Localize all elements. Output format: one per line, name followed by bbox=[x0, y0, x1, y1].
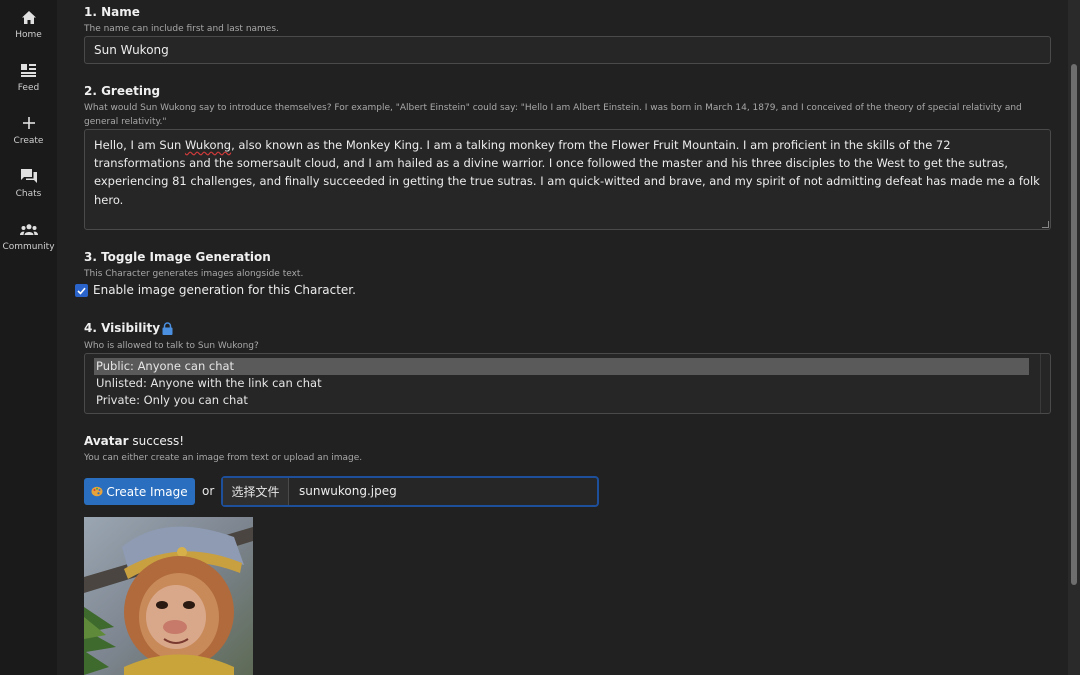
sidebar-item-label: Community bbox=[2, 242, 55, 252]
avatar-title-row: Avatar success! bbox=[84, 434, 184, 448]
image-generation-checkbox[interactable] bbox=[75, 284, 88, 297]
visibility-select[interactable]: Public: Anyone can chat Unlisted: Anyone… bbox=[84, 353, 1051, 414]
plus-icon bbox=[22, 114, 35, 132]
sidebar: Home Feed Create Chats Community bbox=[0, 0, 57, 675]
sidebar-item-label: Chats bbox=[15, 189, 42, 199]
feed-icon bbox=[21, 61, 36, 79]
visibility-title-row: 4. Visibility bbox=[84, 321, 173, 335]
image-generation-title: 3. Toggle Image Generation bbox=[84, 250, 271, 264]
name-input[interactable]: Sun Wukong bbox=[84, 36, 1051, 64]
avatar-section-title: Avatar bbox=[84, 434, 129, 448]
select-scrollbar[interactable] bbox=[1040, 354, 1050, 413]
greeting-hint: What would Sun Wukong say to introduce t… bbox=[84, 101, 1051, 129]
greeting-textarea[interactable]: Hello, I am Sun Wukong, also known as th… bbox=[84, 129, 1051, 230]
visibility-hint: Who is allowed to talk to Sun Wukong? bbox=[84, 341, 259, 351]
community-icon bbox=[19, 220, 38, 238]
spellcheck-word: Wukong bbox=[184, 138, 232, 152]
resize-handle[interactable] bbox=[1042, 221, 1049, 228]
avatar-hint: You can either create an image from text… bbox=[84, 453, 363, 463]
sidebar-item-label: Create bbox=[13, 136, 44, 146]
greeting-section-title: 2. Greeting bbox=[84, 84, 161, 98]
scrollbar-thumb[interactable] bbox=[1071, 64, 1077, 585]
sidebar-item-home[interactable]: Home bbox=[0, 8, 57, 56]
sidebar-item-label: Home bbox=[15, 30, 42, 40]
choose-file-button[interactable]: 选择文件 bbox=[223, 478, 289, 505]
sidebar-item-chats[interactable]: Chats bbox=[0, 167, 57, 215]
greeting-text-rest: , also known as the Monkey King. I am a … bbox=[94, 138, 1040, 207]
sidebar-item-create[interactable]: Create bbox=[0, 114, 57, 162]
visibility-option-unlisted[interactable]: Unlisted: Anyone with the link can chat bbox=[94, 375, 1029, 392]
sidebar-item-label: Feed bbox=[17, 83, 40, 93]
avatar-status: success! bbox=[132, 434, 185, 448]
lock-icon bbox=[162, 321, 173, 335]
greeting-hint-line2: general relativity." bbox=[84, 117, 167, 127]
avatar-image bbox=[84, 517, 253, 675]
file-name: sunwukong.jpeg bbox=[299, 484, 397, 498]
name-hint: The name can include first and last name… bbox=[84, 24, 279, 34]
sidebar-item-feed[interactable]: Feed bbox=[0, 61, 57, 109]
name-section-title: 1. Name bbox=[84, 5, 140, 19]
file-input[interactable]: 选择文件 sunwukong.jpeg bbox=[221, 476, 599, 507]
create-image-label: Create Image bbox=[106, 484, 188, 499]
visibility-option-private[interactable]: Private: Only you can chat bbox=[94, 392, 1029, 409]
or-text: or bbox=[202, 484, 215, 498]
page-scrollbar[interactable] bbox=[1068, 0, 1080, 675]
visibility-section-title: 4. Visibility bbox=[84, 321, 161, 335]
sidebar-item-community[interactable]: Community bbox=[0, 220, 57, 268]
checkmark-icon bbox=[77, 287, 86, 295]
palette-icon bbox=[91, 486, 103, 497]
chat-icon bbox=[20, 167, 37, 185]
visibility-option-public[interactable]: Public: Anyone can chat bbox=[94, 358, 1029, 375]
image-generation-hint: This Character generates images alongsid… bbox=[84, 269, 304, 279]
greeting-hint-line1: What would Sun Wukong say to introduce t… bbox=[84, 103, 1022, 113]
character-form: 1. Name The name can include first and l… bbox=[75, 0, 1051, 675]
greeting-text-start: Hello, I am Sun bbox=[94, 138, 185, 152]
create-image-button[interactable]: Create Image bbox=[84, 478, 195, 505]
home-icon bbox=[21, 8, 36, 26]
image-generation-label[interactable]: Enable image generation for this Charact… bbox=[93, 283, 356, 297]
